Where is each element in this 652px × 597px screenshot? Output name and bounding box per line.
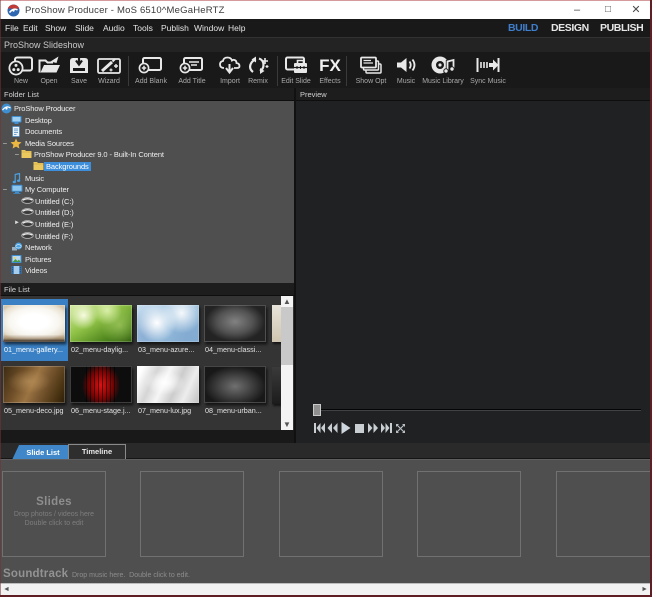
svg-text:FX: FX <box>319 56 341 75</box>
